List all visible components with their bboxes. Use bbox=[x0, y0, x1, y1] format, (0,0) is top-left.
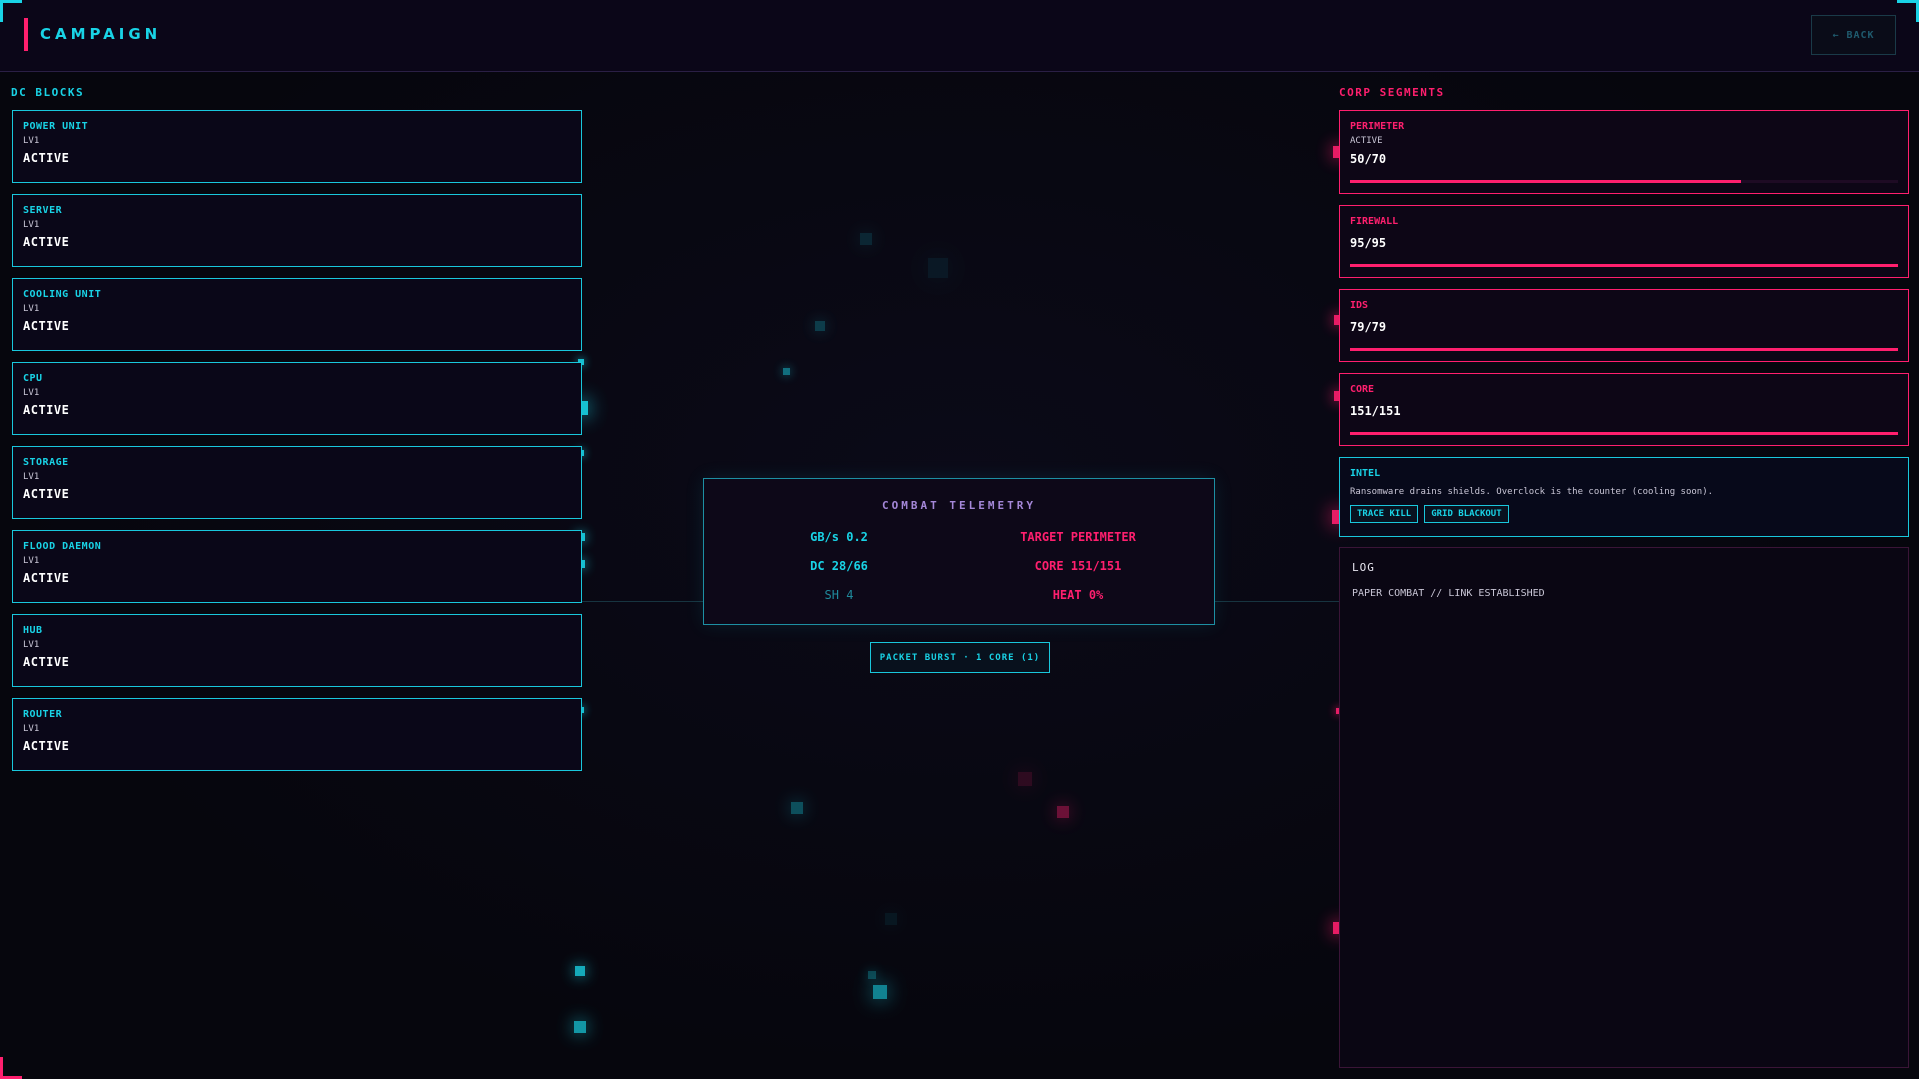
segment-hp-fill bbox=[1350, 432, 1898, 435]
segment-name: CORE bbox=[1350, 384, 1375, 395]
telemetry-shield: SH 4 bbox=[824, 588, 854, 602]
telemetry-gbs: GB/s 0.2 bbox=[810, 530, 868, 544]
dc-block-cpu[interactable]: CPU LV1 ACTIVE bbox=[12, 362, 582, 435]
combat-telemetry-panel: COMBAT TELEMETRY GB/s 0.2 TARGET PERIMET… bbox=[703, 478, 1215, 625]
corp-segment-perimeter[interactable]: PERIMETER ACTIVE 50/70 bbox=[1339, 110, 1909, 194]
dc-block-status: ACTIVE bbox=[23, 571, 70, 585]
corner-bracket-top-right bbox=[1897, 0, 1919, 22]
particle-dot bbox=[791, 802, 803, 814]
dc-block-status: ACTIVE bbox=[23, 739, 70, 753]
particle-dot bbox=[928, 258, 948, 278]
segment-name: FIREWALL bbox=[1350, 216, 1399, 227]
segment-hp-bar bbox=[1350, 348, 1898, 351]
packet-burst-button[interactable]: PACKET BURST · 1 CORE (1) bbox=[870, 642, 1050, 673]
telemetry-target: TARGET PERIMETER bbox=[1020, 530, 1136, 544]
dc-block-name: HUB bbox=[23, 625, 43, 636]
particle-dot bbox=[1057, 806, 1069, 818]
telemetry-title: COMBAT TELEMETRY bbox=[882, 499, 1036, 512]
dc-block-level: LV1 bbox=[23, 136, 40, 146]
dc-block-hub[interactable]: HUB LV1 ACTIVE bbox=[12, 614, 582, 687]
dc-block-level: LV1 bbox=[23, 640, 40, 650]
corp-segment-core[interactable]: CORE 151/151 bbox=[1339, 373, 1909, 446]
intel-title: INTEL bbox=[1350, 468, 1381, 479]
intel-panel: INTEL Ransomware drains shields. Overclo… bbox=[1339, 457, 1909, 537]
segment-hp: 79/79 bbox=[1350, 320, 1387, 334]
dc-block-status: ACTIVE bbox=[23, 403, 70, 417]
dc-block-server[interactable]: SERVER LV1 ACTIVE bbox=[12, 194, 582, 267]
particle-dot bbox=[868, 971, 876, 979]
corp-segments-title: CORP SEGMENTS bbox=[1339, 86, 1445, 99]
particle-dot bbox=[885, 913, 897, 925]
dc-block-level: LV1 bbox=[23, 472, 40, 482]
segment-hp: 151/151 bbox=[1350, 404, 1401, 418]
segment-name: IDS bbox=[1350, 300, 1369, 311]
back-button[interactable]: ← BACK bbox=[1811, 15, 1896, 55]
trace-kill-button[interactable]: TRACE KILL bbox=[1350, 505, 1419, 523]
dc-block-cooling-unit[interactable]: COOLING UNIT LV1 ACTIVE bbox=[12, 278, 582, 351]
link-line-right bbox=[1215, 601, 1339, 602]
segment-hp: 50/70 bbox=[1350, 152, 1387, 166]
particle-dot bbox=[873, 985, 887, 999]
segment-hp-bar bbox=[1350, 432, 1898, 435]
dc-block-level: LV1 bbox=[23, 220, 40, 230]
dc-block-name: SERVER bbox=[23, 205, 63, 216]
intel-text: Ransomware drains shields. Overclock is … bbox=[1350, 487, 1714, 497]
dc-block-router[interactable]: ROUTER LV1 ACTIVE bbox=[12, 698, 582, 771]
dc-block-name: POWER UNIT bbox=[23, 121, 89, 132]
log-panel: LOG PAPER COMBAT // LINK ESTABLISHED bbox=[1339, 547, 1909, 1068]
segment-hp-fill bbox=[1350, 264, 1898, 267]
particle-dot bbox=[860, 233, 872, 245]
dc-block-level: LV1 bbox=[23, 556, 40, 566]
corp-segments-list: PERIMETER ACTIVE 50/70 FIREWALL 95/95 ID… bbox=[1339, 110, 1909, 548]
dc-blocks-title: DC BLOCKS bbox=[11, 86, 85, 99]
page-title: CAMPAIGN bbox=[40, 25, 162, 43]
dc-block-level: LV1 bbox=[23, 724, 40, 734]
dc-block-status: ACTIVE bbox=[23, 235, 70, 249]
corp-segment-firewall[interactable]: FIREWALL 95/95 bbox=[1339, 205, 1909, 278]
dc-block-status: ACTIVE bbox=[23, 655, 70, 669]
link-line-left bbox=[582, 601, 703, 602]
grid-blackout-button[interactable]: GRID BLACKOUT bbox=[1424, 505, 1509, 523]
telemetry-heat: HEAT 0% bbox=[1052, 588, 1104, 602]
log-title: LOG bbox=[1352, 561, 1375, 574]
dc-block-flood-daemon[interactable]: FLOOD DAEMON LV1 ACTIVE bbox=[12, 530, 582, 603]
dc-block-name: COOLING UNIT bbox=[23, 289, 102, 300]
log-line: PAPER COMBAT // LINK ESTABLISHED bbox=[1352, 588, 1545, 599]
dc-blocks-list: POWER UNIT LV1 ACTIVE SERVER LV1 ACTIVE … bbox=[12, 110, 582, 782]
dc-block-level: LV1 bbox=[23, 388, 40, 398]
segment-hp: 95/95 bbox=[1350, 236, 1387, 250]
segment-hp-fill bbox=[1350, 180, 1742, 183]
telemetry-core: CORE 151/151 bbox=[1034, 559, 1122, 573]
particle-dot bbox=[575, 966, 585, 976]
particle-dot bbox=[574, 1021, 586, 1033]
segment-status: ACTIVE bbox=[1350, 136, 1383, 146]
corner-bracket-top-left bbox=[0, 0, 22, 22]
title-accent-bar bbox=[24, 18, 28, 51]
corner-bracket-bottom-left bbox=[0, 1057, 22, 1079]
dc-block-name: STORAGE bbox=[23, 457, 69, 468]
segment-hp-bar bbox=[1350, 180, 1898, 183]
game-stage: CAMPAIGN ← BACK DC BLOCKS POWER UNIT LV1… bbox=[0, 0, 1919, 1079]
top-bar: CAMPAIGN ← BACK bbox=[0, 0, 1919, 72]
dc-block-status: ACTIVE bbox=[23, 151, 70, 165]
dc-block-name: FLOOD DAEMON bbox=[23, 541, 102, 552]
segment-hp-fill bbox=[1350, 348, 1898, 351]
dc-block-name: CPU bbox=[23, 373, 43, 384]
segment-name: PERIMETER bbox=[1350, 121, 1405, 132]
dc-block-status: ACTIVE bbox=[23, 487, 70, 501]
dc-block-level: LV1 bbox=[23, 304, 40, 314]
dc-block-power-unit[interactable]: POWER UNIT LV1 ACTIVE bbox=[12, 110, 582, 183]
dc-block-status: ACTIVE bbox=[23, 319, 70, 333]
corp-segment-ids[interactable]: IDS 79/79 bbox=[1339, 289, 1909, 362]
particle-dot bbox=[1018, 772, 1032, 786]
dc-block-storage[interactable]: STORAGE LV1 ACTIVE bbox=[12, 446, 582, 519]
telemetry-dc: DC 28/66 bbox=[810, 559, 868, 573]
segment-hp-bar bbox=[1350, 264, 1898, 267]
particle-dot bbox=[782, 367, 790, 375]
dc-block-name: ROUTER bbox=[23, 709, 63, 720]
particle-dot bbox=[815, 321, 825, 331]
